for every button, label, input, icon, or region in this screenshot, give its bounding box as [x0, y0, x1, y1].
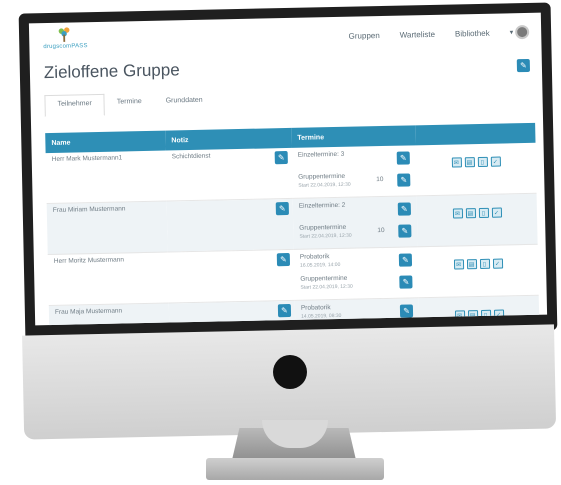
calendar-icon[interactable]: ▤ — [464, 157, 475, 168]
note-cell: Schichtdienst ✎ — [165, 147, 293, 202]
edit-note-button[interactable]: ✎ — [274, 151, 288, 165]
edit-term-button[interactable]: ✎ — [397, 202, 411, 216]
term-entry: Gruppentermine Start 22.04.2019, 12:30 ✎ — [300, 272, 413, 296]
avatar — [515, 24, 530, 40]
participant-name-text: Frau Miriam Mustermann — [52, 205, 126, 214]
edit-term-button[interactable]: ✎ — [399, 275, 413, 289]
monitor-button — [273, 355, 307, 389]
term-label: Gruppentermine — [298, 172, 346, 181]
mail-icon[interactable]: ✉ — [452, 208, 463, 219]
participant-name: Herr Mark Mustermann1 — [45, 150, 167, 204]
terms-cell: Einzeltermine: 3 ✎ Gruppentermine Start … — [291, 145, 417, 199]
term-subtext: 16.05.2019, 14:00 — [299, 261, 341, 269]
check-icon[interactable]: ✓ — [492, 258, 503, 269]
participant-name: Frau Maja Mustermann — [48, 303, 170, 326]
term-count: 10 — [376, 176, 384, 184]
terms-cell: Einzeltermine: 2 ✎ Gruppentermine Start … — [292, 195, 418, 250]
term-entry: Einzeltermine: 3 ✎ — [298, 148, 410, 172]
logo-text: drugscomPASS — [43, 43, 88, 51]
term-label: Probatorik — [299, 253, 330, 261]
actions-cell: ✉ ▤ ▯ ✓ — [416, 193, 538, 247]
term-subtext: 14.05.2019, 08:30 — [301, 312, 342, 320]
note-cell: ✎ — [167, 249, 295, 304]
edit-term-button[interactable]: ✎ — [396, 151, 410, 165]
term-subtext: Start 22.04.2019, 12:30 — [300, 283, 353, 291]
chevron-down-icon: ▾ — [509, 29, 514, 37]
term-label: Gruppentermine — [299, 223, 347, 232]
term-subtext: Start 22.04.2019, 12:30 — [299, 232, 352, 240]
check-icon[interactable]: ✓ — [491, 207, 502, 218]
app-logo[interactable]: drugscomPASS — [43, 25, 89, 50]
edit-note-button[interactable]: ✎ — [276, 252, 291, 267]
tab-grunddaten[interactable]: Grunddaten — [154, 92, 215, 115]
column-header-termine[interactable]: Termine — [291, 125, 416, 148]
document-icon[interactable]: ▯ — [478, 207, 489, 219]
term-entry: Gruppentermine Start 22.04.2019, 12:30 1… — [298, 170, 411, 194]
calendar-icon[interactable]: ▤ — [465, 208, 476, 219]
column-header-actions — [415, 122, 536, 146]
actions-cell: ✉ ▤ ▯ ✓ — [417, 244, 539, 298]
nav-item-gruppen[interactable]: Gruppen — [349, 31, 380, 41]
edit-note-button[interactable]: ✎ — [275, 201, 289, 216]
mail-icon[interactable]: ✉ — [451, 157, 462, 168]
column-header-name[interactable]: Name — [45, 130, 166, 154]
term-label: Einzeltermine: 3 — [297, 150, 345, 159]
user-menu[interactable]: ▾ — [509, 24, 530, 40]
actions-cell: ✉ ▤ ▯ ✓ — [415, 142, 537, 196]
nav-item-warteliste[interactable]: Warteliste — [400, 29, 435, 39]
participant-name-text: Frau Maja Mustermann — [54, 307, 123, 316]
note-cell: ✎ — [166, 198, 294, 253]
nav-item-bibliothek[interactable]: Bibliothek — [455, 28, 490, 38]
participant-name-text: Herr Mark Mustermann1 — [51, 154, 123, 163]
column-header-notiz[interactable]: Notiz — [165, 127, 292, 151]
term-label: Probatorik — [300, 304, 331, 312]
mail-icon[interactable]: ✉ — [453, 259, 464, 270]
term-count: 10 — [377, 226, 385, 235]
term-label: Gruppentermine — [300, 274, 348, 283]
participant-name: Frau Miriam Mustermann — [46, 201, 168, 255]
term-entry: Probatorik 16.05.2019, 14:00 ✎ — [299, 250, 413, 274]
term-entry: Gruppentermine Start 22.04.2019, 12:30 1… — [299, 221, 412, 245]
term-entry: Einzeltermine: 2 ✎ — [299, 199, 411, 223]
edit-group-button[interactable]: ✎ — [516, 58, 531, 73]
term-subtext: Start 22.04.2019, 12:30 — [298, 181, 351, 189]
edit-term-button[interactable]: ✎ — [399, 304, 414, 318]
tree-logo-icon — [58, 27, 70, 42]
terms-cell: Probatorik 16.05.2019, 14:00 ✎ Gruppente… — [293, 246, 419, 301]
term-label: Einzeltermine: 2 — [298, 201, 346, 210]
main-nav: Gruppen Warteliste Bibliothek ▾ — [348, 24, 530, 43]
note-text: Schichtdienst — [171, 152, 211, 161]
participant-name-text: Herr Moritz Mustermann — [53, 256, 125, 265]
tab-teilnehmer[interactable]: Teilnehmer — [44, 93, 106, 118]
tab-bar: Teilnehmer Termine Grunddaten — [44, 85, 528, 118]
edit-note-button[interactable]: ✎ — [277, 303, 292, 318]
participants-table: Name Notiz Termine Herr Mark Mustermann1… — [45, 122, 540, 326]
calendar-icon[interactable]: ▤ — [466, 259, 477, 270]
monitor-stand-base — [206, 458, 384, 480]
participant-name: Herr Moritz Mustermann — [47, 252, 169, 306]
document-icon[interactable]: ▯ — [479, 258, 490, 270]
edit-term-button[interactable]: ✎ — [398, 253, 413, 267]
document-icon[interactable]: ▯ — [477, 156, 488, 168]
page-title: Zieloffene Gruppe — [43, 60, 180, 83]
edit-term-button[interactable]: ✎ — [397, 173, 411, 187]
app-screen: drugscomPASS Gruppen Warteliste Biblioth… — [28, 12, 548, 326]
tab-termine[interactable]: Termine — [105, 93, 154, 116]
check-icon[interactable]: ✓ — [490, 156, 501, 167]
edit-term-button[interactable]: ✎ — [398, 224, 412, 238]
